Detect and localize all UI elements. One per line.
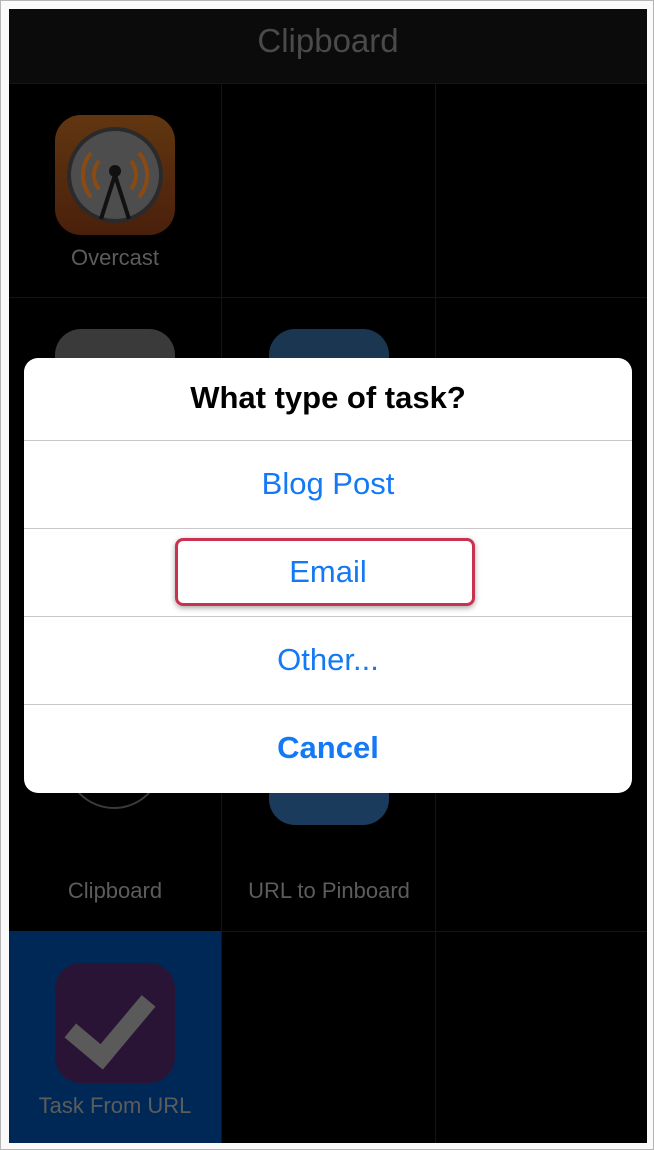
highlight-box — [175, 538, 475, 606]
option-other[interactable]: Other... — [24, 617, 632, 705]
action-label: Clipboard — [67, 878, 163, 903]
option-label: Other... — [277, 642, 379, 677]
action-clipboard[interactable]: Clipboard — [9, 9, 221, 903]
grid-divider — [9, 297, 647, 298]
checkmark-icon — [55, 963, 175, 1083]
option-blog-post[interactable]: Blog Post — [24, 441, 632, 529]
option-email[interactable]: Email — [24, 529, 632, 617]
cancel-button[interactable]: Cancel — [24, 705, 632, 792]
action-label: URL to Pinboard — [248, 878, 410, 903]
action-label: Task From URL — [38, 1093, 192, 1118]
dialog-title: What type of task? — [24, 358, 632, 441]
screenshot-frame: Clipboard Overcast Clipboard URL to Pinb… — [0, 0, 654, 1150]
action-url-to-pinboard[interactable]: URL to Pinboard — [223, 9, 435, 903]
option-label: Cancel — [277, 730, 379, 765]
action-task-from-url[interactable]: Task From URL — [9, 931, 221, 1143]
option-label: Blog Post — [261, 466, 395, 501]
task-type-dialog: What type of task? Blog Post Email Other… — [24, 358, 632, 793]
